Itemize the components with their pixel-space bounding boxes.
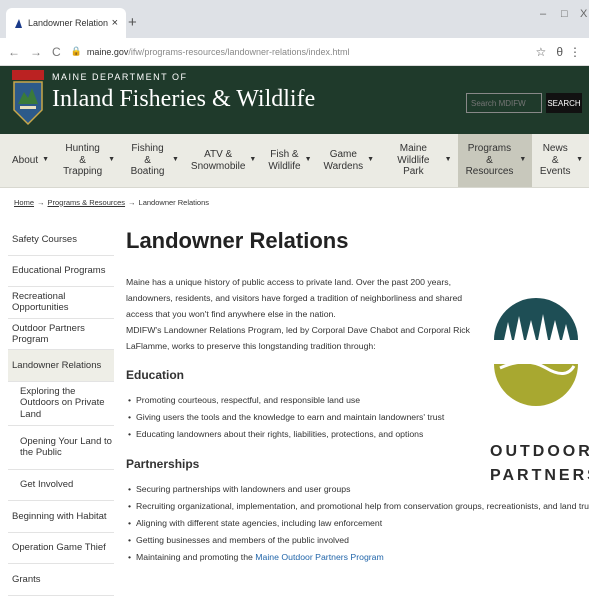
nav-about[interactable]: About ▼ (6, 134, 55, 187)
bookmark-star-icon[interactable]: ☆ (536, 45, 547, 59)
site-search-input[interactable] (466, 93, 542, 113)
department-label: MAINE DEPARTMENT OF (52, 72, 188, 82)
nav-hunting-trapping[interactable]: Hunting & Trapping ▼ (55, 134, 121, 187)
sidebar-item-operation-game-thief[interactable]: Operation Game Thief (8, 532, 114, 564)
favicon-icon (15, 18, 22, 28)
breadcrumb-separator: → (128, 197, 136, 207)
breadcrumb-programs-link[interactable]: Programs & Resources (48, 198, 126, 207)
browser-tabstrip: Landowner Relations & Program × + – □ X (0, 0, 589, 38)
sidebar-item-educational-programs[interactable]: Educational Programs (8, 255, 114, 287)
nav-label: ATV & Snowmobile (190, 149, 246, 172)
page-title: Landowner Relations (126, 228, 349, 253)
main-navigation: About ▼ Hunting & Trapping ▼ Fishing & Boati… (0, 134, 589, 188)
maximize-button[interactable]: □ (561, 8, 568, 20)
lock-icon: 🔒 (70, 46, 82, 56)
breadcrumb-current: Landowner Relations (138, 197, 210, 207)
outdoor-partners-link[interactable]: Maine Outdoor Partners Program (255, 552, 383, 562)
nav-label: Fish & Wildlife (268, 149, 301, 172)
dropdown-caret-icon: ▼ (444, 156, 452, 164)
breadcrumb-separator: → (37, 197, 45, 207)
sidebar-item-get-involved[interactable]: Get Involved (8, 469, 114, 501)
profile-icon[interactable]: θ (556, 45, 563, 59)
nav-fishing-boating[interactable]: Fishing & Boating ▼ (121, 134, 185, 187)
reload-icon[interactable]: C (52, 45, 61, 59)
nav-atv-snowmobile[interactable]: ATV & Snowmobile ▼ (185, 134, 262, 187)
sidebar-item-safety-courses[interactable]: Safety Courses (8, 224, 114, 256)
dropdown-caret-icon: ▼ (576, 156, 584, 164)
url-host: maine.gov (86, 46, 129, 57)
maine-seal-logo-icon[interactable] (12, 70, 44, 126)
nav-label: Programs & Resources (465, 143, 514, 178)
nav-label: Game Wardens (323, 149, 364, 172)
url-path: /ifw/programs-resources/landowner-relati… (128, 46, 350, 57)
dropdown-caret-icon: ▼ (304, 156, 312, 164)
list-item: Aligning with different state agencies, … (126, 515, 586, 532)
close-window-button[interactable]: X (580, 8, 587, 20)
dropdown-caret-icon: ▼ (367, 156, 375, 164)
nav-label: Maine Wildlife Park (397, 143, 430, 178)
nav-game-wardens[interactable]: Game Wardens ▼ (318, 134, 381, 187)
nav-news-events[interactable]: News & Events ▼ (532, 134, 589, 187)
partnerships-list: Securing partnerships with landowners an… (126, 481, 589, 566)
breadcrumb: Home → Programs & Resources → Landowner … (0, 188, 589, 216)
sidebar-item-beginning-habitat[interactable]: Beginning with Habitat (8, 501, 114, 533)
new-tab-button[interactable]: + (128, 14, 137, 31)
nav-maine-wildlife-park[interactable]: Maine Wildlife Park ▼ (380, 134, 457, 187)
dropdown-caret-icon: ▼ (171, 156, 179, 164)
nav-label: Hunting & Trapping (63, 143, 103, 178)
nav-label: News & Events (539, 143, 571, 178)
breadcrumb-home-link[interactable]: Home (14, 198, 34, 207)
sidebar-item-grants[interactable]: Grants (8, 564, 114, 596)
nav-label: Fishing & Boating (130, 143, 165, 178)
minimize-button[interactable]: – (540, 8, 546, 20)
sidebar: Safety Courses Educational Programs Recr… (8, 224, 114, 596)
site-header: MAINE DEPARTMENT OF Inland Fisheries & W… (0, 66, 589, 134)
sidebar-item-recreational-opportunities[interactable]: Recreational Opportunities (8, 287, 114, 319)
dropdown-caret-icon: ▼ (108, 156, 116, 164)
agency-title[interactable]: Inland Fisheries & Wildlife (52, 86, 315, 113)
list-item: Getting businesses and members of the pu… (126, 532, 586, 549)
dropdown-caret-icon: ▼ (249, 156, 257, 164)
nav-fish-wildlife[interactable]: Fish & Wildlife ▼ (262, 134, 317, 187)
list-item: Maintaining and promoting the Maine Outd… (126, 549, 586, 566)
sidebar-item-opening-land[interactable]: Opening Your Land to the Public (8, 425, 114, 470)
dropdown-caret-icon: ▼ (519, 156, 527, 164)
dropdown-caret-icon: ▼ (42, 156, 50, 164)
site-search-button[interactable]: SEARCH (546, 93, 582, 113)
address-bar: ← → C 🔒 maine.gov/ifw/programs-resources… (0, 38, 589, 66)
back-icon[interactable]: ← (8, 45, 20, 59)
sidebar-item-outdoor-partners[interactable]: Outdoor Partners Program (8, 318, 114, 350)
program-paragraph: MDIFW's Landowner Relations Program, led… (126, 325, 470, 351)
outdoor-partners-wordmark: OUTDOOR PARTNERS (490, 443, 589, 484)
sidebar-item-exploring-outdoors[interactable]: Exploring the Outdoors on Private Land (8, 381, 114, 426)
forward-icon[interactable]: → (30, 45, 42, 59)
list-item: Recruiting organizational, implementatio… (126, 498, 589, 515)
tab-close-icon[interactable]: × (112, 17, 118, 29)
menu-dots-icon[interactable]: ⋮ (569, 45, 581, 59)
url-field[interactable]: 🔒 maine.gov/ifw/programs-resources/lando… (71, 42, 526, 62)
tab-title: Landowner Relations & Program (28, 18, 108, 28)
intro-paragraph: Maine has a unique history of public acc… (126, 277, 463, 319)
browser-tab[interactable]: Landowner Relations & Program × (6, 8, 126, 38)
sidebar-item-landowner-relations[interactable]: Landowner Relations (8, 350, 114, 382)
nav-label: About (12, 154, 39, 166)
nav-programs-resources[interactable]: Programs & Resources ▼ (457, 134, 533, 187)
